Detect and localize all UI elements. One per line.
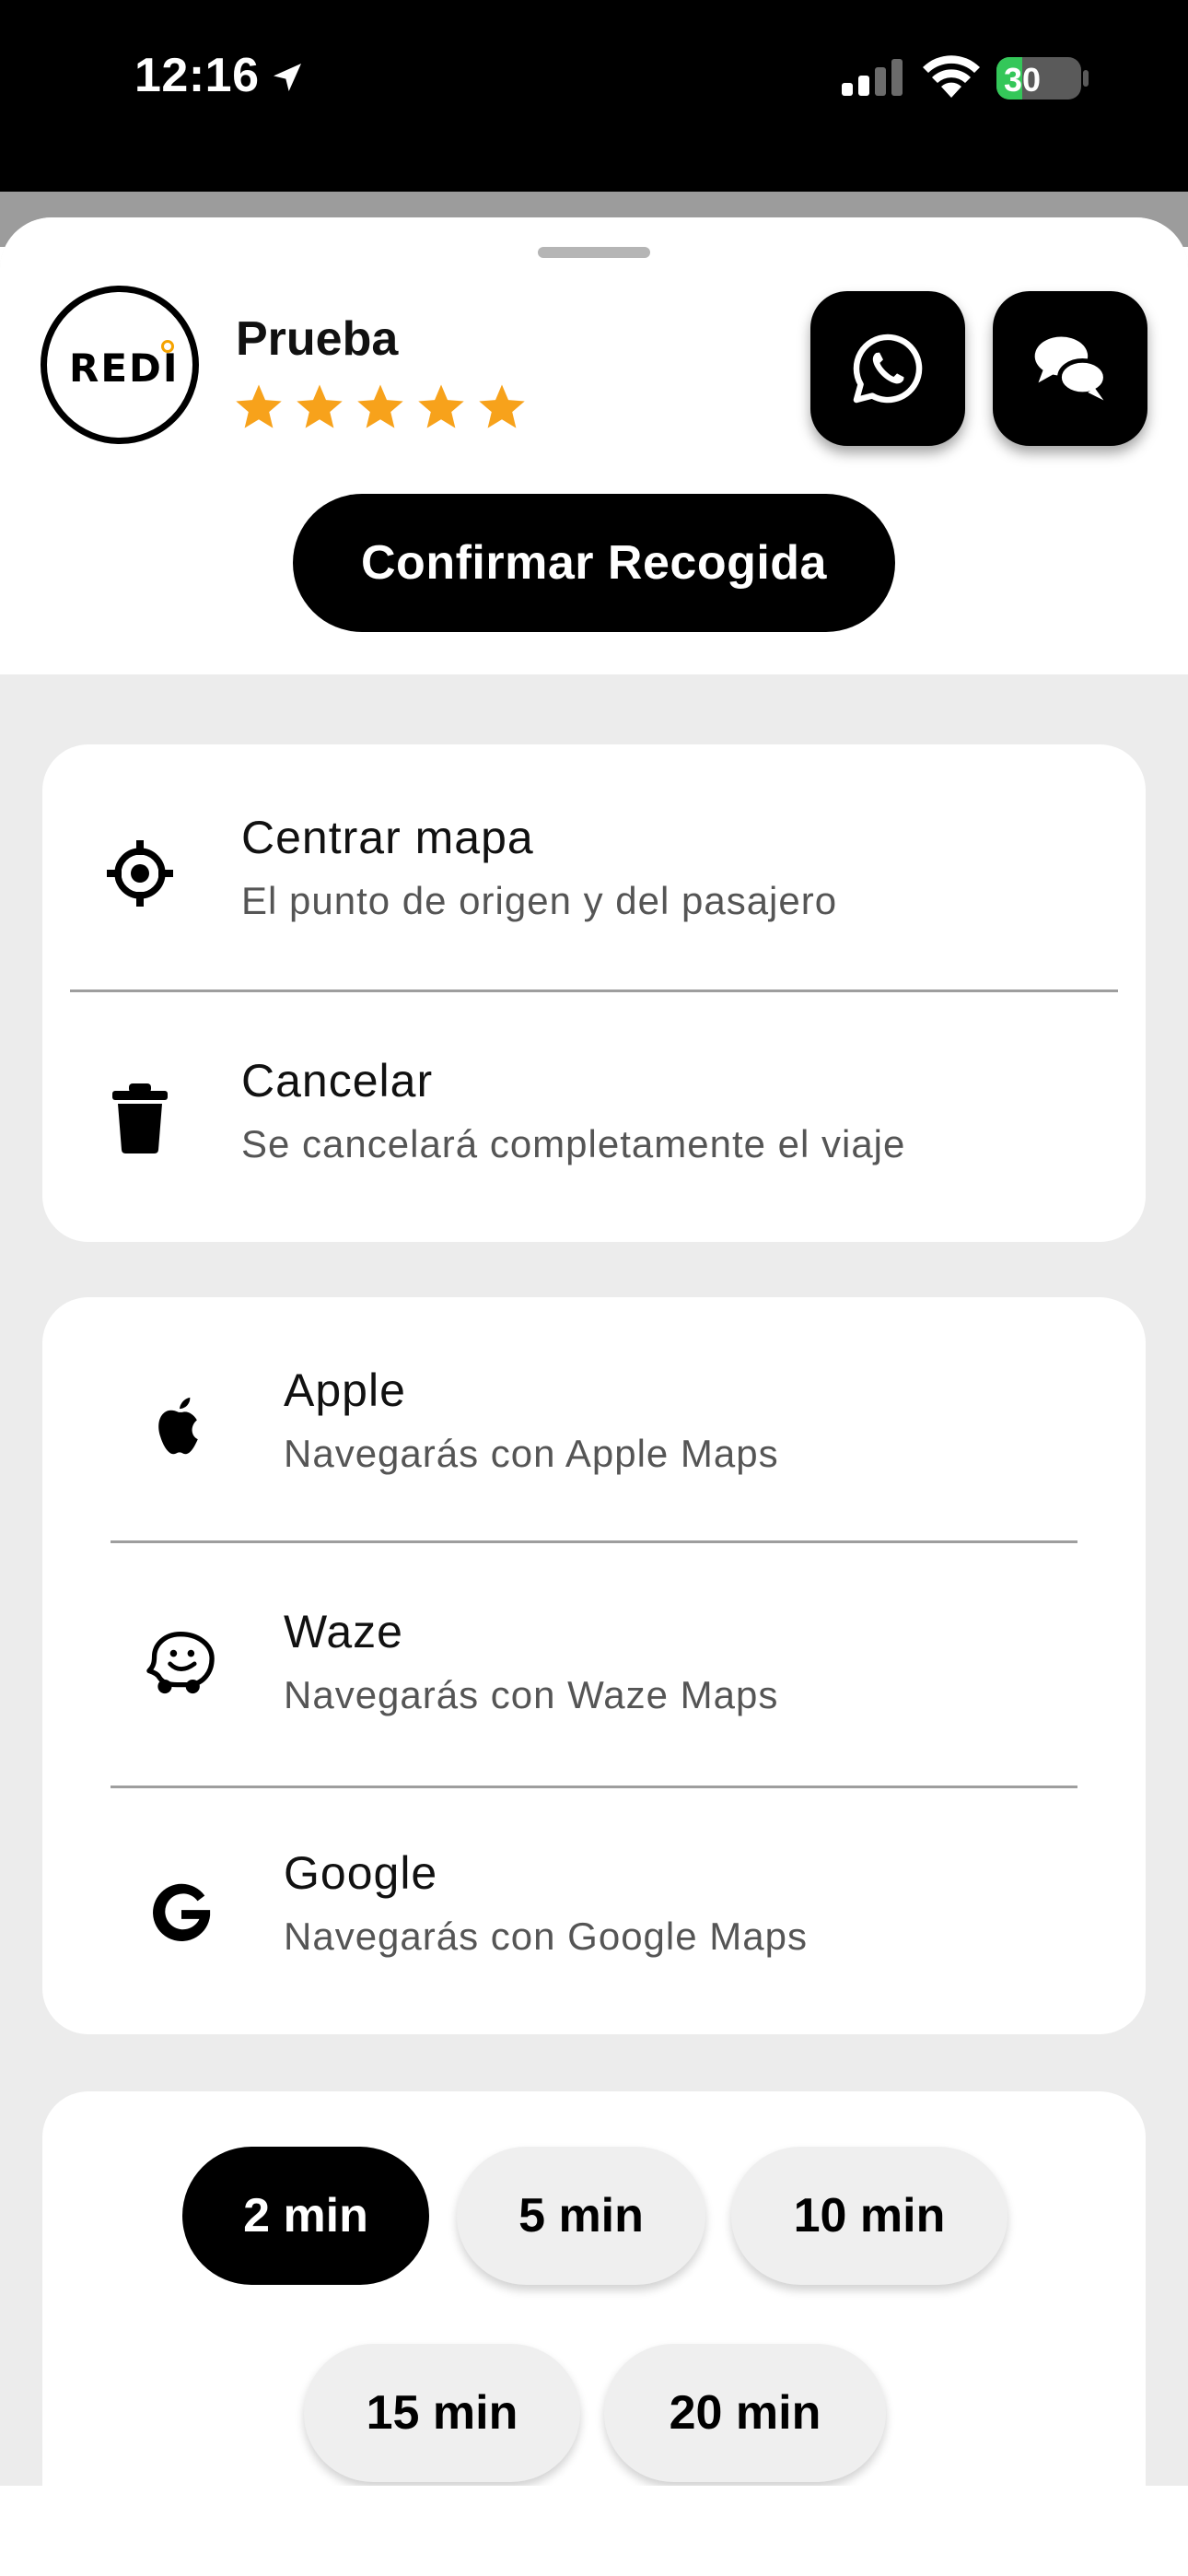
location-arrow-icon [269, 59, 306, 100]
wait-time-option-20min[interactable]: 20 min [604, 2344, 886, 2482]
chat-button[interactable] [993, 291, 1147, 446]
whatsapp-button[interactable] [810, 291, 965, 446]
divider [111, 1540, 1077, 1543]
battery-indicator: 30 [996, 57, 1081, 100]
divider [111, 1786, 1077, 1788]
option-subtitle: El punto de origen y del pasajero [241, 879, 838, 922]
whatsapp-icon [853, 334, 923, 404]
center-map-option[interactable]: Centrar mapa El punto de origen y del pa… [42, 744, 1146, 989]
nav-title: Apple [284, 1364, 406, 1416]
nav-option-apple[interactable]: Apple Navegarás con Apple Maps [42, 1297, 1146, 1540]
nav-subtitle: Navegarás con Waze Maps [284, 1673, 779, 1716]
wait-time-option-15min[interactable]: 15 min [304, 2344, 580, 2482]
star-icon [357, 384, 403, 428]
drag-handle[interactable] [538, 247, 650, 258]
divider [70, 989, 1118, 992]
wait-time-option-5min[interactable]: 5 min [457, 2147, 705, 2285]
battery-tip [1083, 70, 1089, 87]
star-icon [297, 384, 343, 428]
option-title: Cancelar [241, 1055, 434, 1107]
crosshair-icon [107, 840, 173, 907]
logo-text: REDI [69, 345, 180, 391]
nav-title: Google [284, 1847, 438, 1899]
wait-time-option-10min[interactable]: 10 min [731, 2147, 1007, 2285]
wait-time-option-2min[interactable]: 2 min [182, 2147, 429, 2285]
confirm-pickup-button[interactable]: Confirmar Recogida [293, 494, 895, 632]
star-icon [236, 384, 282, 428]
trash-icon [112, 1083, 168, 1153]
driver-name: Prueba [236, 312, 399, 366]
nav-subtitle: Navegarás con Google Maps [284, 1914, 808, 1958]
wifi-icon [921, 55, 982, 104]
cancel-trip-option[interactable]: Cancelar Se cancelará completamente el v… [42, 993, 1146, 1242]
star-icon [418, 384, 464, 428]
battery-percentage: 30 [1004, 61, 1042, 99]
waze-icon [146, 1632, 215, 1694]
cellular-signal-icon [842, 59, 906, 100]
bottom-sheet: REDI Prueba Confirmar Recogida Centrar m… [0, 217, 1188, 2576]
options-card: Centrar mapa El punto de origen y del pa… [42, 744, 1146, 1242]
apple-icon [158, 1397, 198, 1455]
logo-accent-dot [161, 340, 174, 353]
google-icon [153, 1883, 211, 1942]
rating-stars [232, 381, 529, 433]
nav-title: Waze [284, 1606, 403, 1657]
option-subtitle: Se cancelará completamente el viaje [241, 1122, 906, 1165]
nav-option-google[interactable]: Google Navegarás con Google Maps [42, 1789, 1146, 2034]
nav-option-waze[interactable]: Waze Navegarás con Waze Maps [42, 1544, 1146, 1786]
star-icon [479, 384, 525, 428]
driver-logo: REDI [41, 286, 199, 444]
status-bar: 12:16 30 [0, 0, 1188, 192]
navigation-card: Apple Navegarás con Apple Maps Waze Nave… [42, 1297, 1146, 2034]
home-indicator-area [0, 2486, 1188, 2576]
status-time: 12:16 [134, 49, 260, 102]
chat-bubbles-icon [1034, 336, 1108, 401]
option-title: Centrar mapa [241, 812, 534, 863]
nav-subtitle: Navegarás con Apple Maps [284, 1432, 779, 1475]
